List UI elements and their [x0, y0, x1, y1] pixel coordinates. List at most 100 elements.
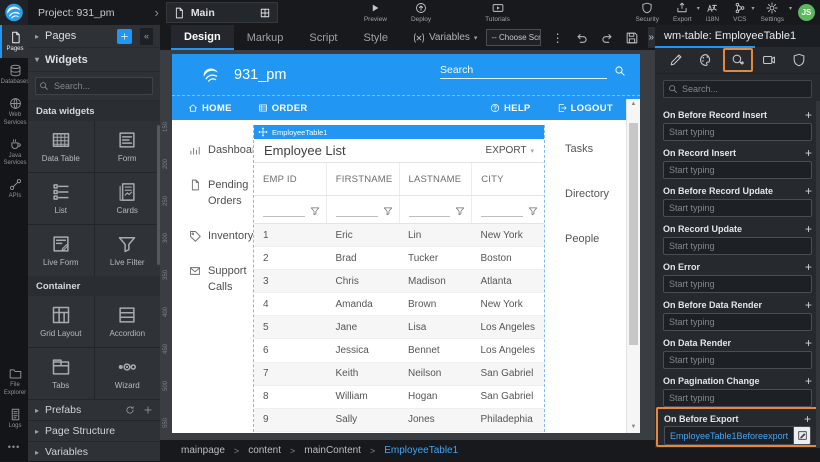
page-list-grid-icon[interactable] [259, 7, 271, 19]
widget-tile-grid-layout[interactable]: Grid Layout [28, 296, 94, 347]
widgets-scrollbar[interactable] [157, 125, 160, 265]
app-menu-tasks[interactable]: Tasks [565, 143, 609, 155]
employee-table-widget[interactable]: EmployeeTable1 Employee List EXPORT ▾ EM… [253, 125, 545, 432]
rail-item-web-services[interactable]: Web Services [0, 91, 28, 131]
filter-input[interactable] [481, 205, 523, 217]
add-event-icon[interactable]: + [805, 300, 812, 310]
app-menu-inventory[interactable]: Inventory [189, 229, 253, 245]
widget-tile-cards[interactable]: Cards [95, 173, 161, 224]
event-input[interactable] [663, 389, 812, 407]
app-menu-dashboard[interactable]: Dashboard [189, 143, 253, 159]
panel-tab-styles[interactable] [696, 50, 716, 70]
table-row[interactable]: 9SallyJonesPhiladephia [254, 409, 544, 432]
widget-tile-data-table[interactable]: Data Table [28, 121, 94, 172]
add-event-icon[interactable]: + [805, 262, 812, 272]
panel-scrollbar[interactable] [816, 101, 820, 448]
avatar[interactable]: JS [798, 4, 815, 21]
collapse-panel-button[interactable]: « [140, 28, 153, 45]
more-options-icon[interactable]: ⋮ [552, 31, 564, 45]
rail-item-databases[interactable]: Databases [0, 58, 28, 91]
table-row[interactable]: 2BradTuckerBoston [254, 247, 544, 270]
panel-tab-device[interactable] [759, 50, 779, 70]
edit-script-icon[interactable] [793, 427, 810, 444]
tab-design[interactable]: Design [171, 25, 234, 50]
breadcrumb-item-employeetable1[interactable]: EmployeeTable1 [384, 445, 458, 456]
add-event-icon[interactable]: + [804, 414, 811, 424]
event-input[interactable] [663, 275, 812, 293]
export-button[interactable]: EXPORT ▾ [486, 145, 534, 156]
security-button[interactable]: Security [635, 2, 658, 23]
event-input[interactable] [663, 313, 812, 331]
vcs-button[interactable]: ▾VCS [733, 2, 746, 23]
app-nav-help[interactable]: HELP [490, 103, 531, 114]
widgets-section-header[interactable]: ▾ Widgets [28, 48, 160, 72]
add-event-icon[interactable]: + [805, 224, 812, 234]
redo-icon[interactable] [600, 31, 614, 45]
section-prefabs[interactable]: ▸Prefabs [28, 399, 160, 420]
tutorials-button[interactable]: Tutorials [485, 2, 510, 23]
rail-item-java-services[interactable]: Java Services [0, 132, 28, 172]
event-input[interactable] [663, 161, 812, 179]
rail-item-logs[interactable]: Logs [0, 402, 28, 435]
widget-tile-wizard[interactable]: Wizard [95, 348, 161, 399]
widget-selection-bar[interactable]: EmployeeTable1 [254, 125, 544, 139]
table-row[interactable]: 6JessicaBennetLos Angeles [254, 339, 544, 362]
variables-dropdown[interactable]: Variables ▾ [413, 32, 477, 44]
panel-tab-properties[interactable] [666, 50, 686, 70]
save-icon[interactable] [625, 31, 639, 45]
breadcrumb-item-content[interactable]: content [248, 445, 281, 456]
add-event-icon[interactable]: + [805, 186, 812, 196]
rail-overflow-button[interactable]: ••• [0, 435, 28, 461]
widget-tile-live-filter[interactable]: Live Filter [95, 225, 161, 276]
table-row[interactable]: 3ChrisMadisonAtlanta [254, 270, 544, 293]
filter-funnel-icon[interactable] [310, 206, 320, 216]
column-header-firstname[interactable]: FIRSTNAME [327, 163, 400, 195]
column-header-emp-id[interactable]: EMP ID [254, 163, 327, 195]
event-input[interactable] [663, 237, 812, 255]
add-event-icon[interactable]: + [805, 148, 812, 158]
app-nav-logout[interactable]: LOGOUT [557, 103, 613, 114]
export-button[interactable]: ▾Export [673, 2, 692, 23]
app-nav-home[interactable]: HOME [188, 103, 232, 114]
column-header-city[interactable]: CITY [472, 163, 544, 195]
add-page-button[interactable] [117, 29, 132, 44]
app-menu-support-calls[interactable]: Support Calls [189, 264, 253, 296]
app-nav-order[interactable]: ORDER [258, 103, 308, 114]
filter-funnel-icon[interactable] [455, 206, 465, 216]
add-event-icon[interactable]: + [805, 376, 812, 386]
deploy-button[interactable]: Deploy [411, 2, 431, 23]
app-menu-people[interactable]: People [565, 233, 609, 245]
events-search-input[interactable] [663, 80, 812, 98]
add-event-icon[interactable]: + [805, 110, 812, 120]
rail-item-apis[interactable]: APIs [0, 172, 28, 205]
event-handler-link[interactable]: EmployeeTable1Beforeexport [665, 427, 793, 444]
event-input[interactable] [663, 351, 812, 369]
scroll-up-icon[interactable]: ▲ [627, 99, 640, 110]
filter-input[interactable] [336, 205, 378, 217]
filter-funnel-icon[interactable] [383, 206, 393, 216]
table-row[interactable]: 1EricLinNew York [254, 224, 544, 247]
app-menu-directory[interactable]: Directory [565, 188, 609, 200]
filter-input[interactable] [409, 205, 451, 217]
wavemaker-logo-icon[interactable] [0, 0, 28, 25]
search-icon[interactable] [614, 65, 626, 77]
filter-input[interactable] [263, 205, 305, 217]
table-row[interactable]: 5JaneLisaLos Angeles [254, 316, 544, 339]
i18n-button[interactable]: i18N [706, 2, 719, 23]
panel-tab-events[interactable] [723, 48, 753, 72]
refresh-icon[interactable] [125, 405, 135, 415]
breadcrumb-item-maincontent[interactable]: mainContent [304, 445, 361, 456]
tab-markup[interactable]: Markup [234, 25, 297, 50]
preview-button[interactable]: Preview [364, 2, 387, 23]
rail-item-file-explorer[interactable]: File Explorer [0, 361, 28, 401]
event-input[interactable] [663, 123, 812, 141]
widget-tile-tabs[interactable]: Tabs [28, 348, 94, 399]
canvas-scrollbar[interactable]: ▲ ▼ [626, 99, 640, 433]
screen-size-select[interactable]: -- Choose Screen Size -- ▼ [486, 29, 540, 46]
filter-funnel-icon[interactable] [528, 206, 538, 216]
table-row[interactable]: 7KeithNeilsonSan Gabriel [254, 363, 544, 386]
move-icon[interactable] [258, 127, 268, 137]
widget-tile-form[interactable]: Form [95, 121, 161, 172]
add-event-icon[interactable]: + [805, 338, 812, 348]
breadcrumb-item-mainpage[interactable]: mainpage [181, 445, 225, 456]
